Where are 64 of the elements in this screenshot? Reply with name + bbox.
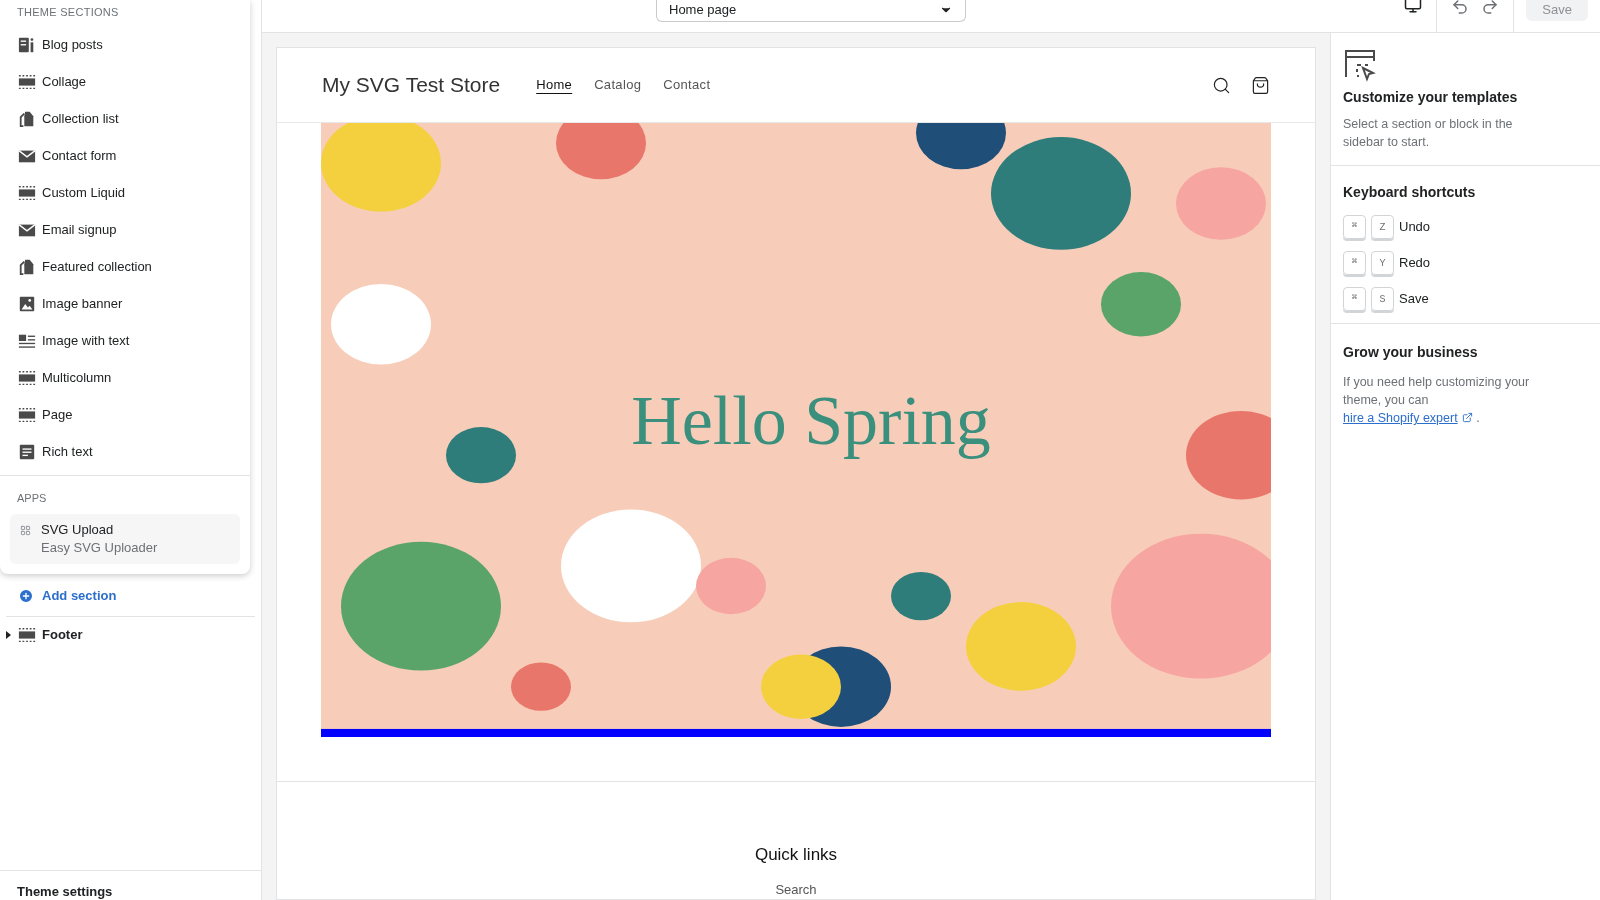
envelope-icon bbox=[18, 221, 36, 239]
grow-description: If you need help customizing your theme, you can hire a Shopify expert . bbox=[1343, 374, 1531, 427]
app-subtitle: Easy SVG Uploader bbox=[41, 539, 158, 557]
shortcut-action: Save bbox=[1399, 290, 1429, 309]
keyboard-key: ⌘ bbox=[1343, 251, 1366, 275]
section-option[interactable]: Collage bbox=[0, 63, 250, 101]
desktop-preview-icon[interactable] bbox=[1404, 0, 1423, 14]
layout-section-icon bbox=[18, 406, 36, 424]
keyboard-key: Z bbox=[1371, 215, 1394, 239]
layout-section-icon bbox=[18, 184, 36, 202]
layout-section-icon bbox=[18, 73, 36, 91]
section-option[interactable]: Featured collection bbox=[0, 248, 250, 286]
cart-icon[interactable] bbox=[1251, 75, 1270, 95]
section-option[interactable]: Custom Liquid bbox=[0, 174, 250, 212]
text-block-icon bbox=[18, 443, 36, 461]
layout-section-icon bbox=[18, 625, 36, 644]
layout-section-icon bbox=[18, 369, 36, 387]
section-option[interactable]: Page bbox=[0, 396, 250, 434]
search-icon[interactable] bbox=[1212, 75, 1231, 95]
plus-icon bbox=[18, 587, 34, 604]
app-option[interactable]: SVG Upload Easy SVG Uploader bbox=[10, 514, 240, 564]
inspector-title: Customize your templates bbox=[1343, 88, 1519, 107]
nav-link[interactable]: Catalog bbox=[594, 75, 642, 95]
undo-icon[interactable] bbox=[1451, 0, 1470, 16]
section-option[interactable]: Image with text bbox=[0, 322, 250, 360]
page-select[interactable]: Home page bbox=[656, 0, 966, 22]
redo-icon[interactable] bbox=[1481, 0, 1500, 16]
footer-heading: Quick links bbox=[754, 844, 838, 866]
shortcut-action: Redo bbox=[1399, 254, 1431, 273]
app-name: SVG Upload bbox=[41, 521, 115, 539]
section-option[interactable]: Collection list bbox=[0, 100, 250, 138]
external-link-icon bbox=[1461, 412, 1473, 424]
image-icon bbox=[18, 295, 36, 313]
footer-link[interactable]: Search bbox=[775, 879, 817, 899]
section-option[interactable]: Multicolumn bbox=[0, 359, 250, 397]
keyboard-key: Y bbox=[1371, 251, 1394, 275]
apps-heading: APPS bbox=[16, 490, 48, 506]
store-name[interactable]: My SVG Test Store bbox=[322, 69, 501, 101]
app-blocks-icon bbox=[20, 525, 31, 536]
image-text-icon bbox=[18, 332, 36, 350]
document-icon bbox=[18, 36, 36, 54]
tag-icon bbox=[18, 258, 36, 276]
add-section-button[interactable]: Add section bbox=[18, 586, 243, 606]
section-option[interactable]: Image banner bbox=[0, 285, 250, 323]
inspector-description: Select a section or block in the sidebar to start. bbox=[1343, 116, 1514, 151]
envelope-icon bbox=[18, 147, 36, 165]
grow-title: Grow your business bbox=[1343, 343, 1479, 362]
shopify-expert-link[interactable]: hire a Shopify expert bbox=[1343, 411, 1473, 425]
keyboard-key: ⌘ bbox=[1343, 287, 1366, 311]
section-option[interactable]: Email signup bbox=[0, 211, 250, 249]
banner-heading: Hello Spring bbox=[631, 380, 991, 461]
section-option[interactable]: Contact form bbox=[0, 137, 250, 175]
footer-group-row[interactable]: Footer bbox=[0, 616, 261, 653]
popup-heading: THEME SECTIONS bbox=[16, 5, 120, 20]
section-option[interactable]: Rich text bbox=[0, 433, 250, 471]
keyboard-key: S bbox=[1371, 287, 1394, 311]
nav-link[interactable]: Home bbox=[536, 75, 573, 95]
nav-link[interactable]: Contact bbox=[663, 75, 711, 95]
section-option[interactable]: Blog posts bbox=[0, 26, 250, 64]
tag-icon bbox=[18, 110, 36, 128]
shortcuts-title: Keyboard shortcuts bbox=[1343, 183, 1477, 202]
theme-settings-link[interactable]: Theme settings bbox=[17, 884, 113, 899]
shortcut-action: Undo bbox=[1399, 218, 1431, 237]
keyboard-key: ⌘ bbox=[1343, 215, 1366, 239]
